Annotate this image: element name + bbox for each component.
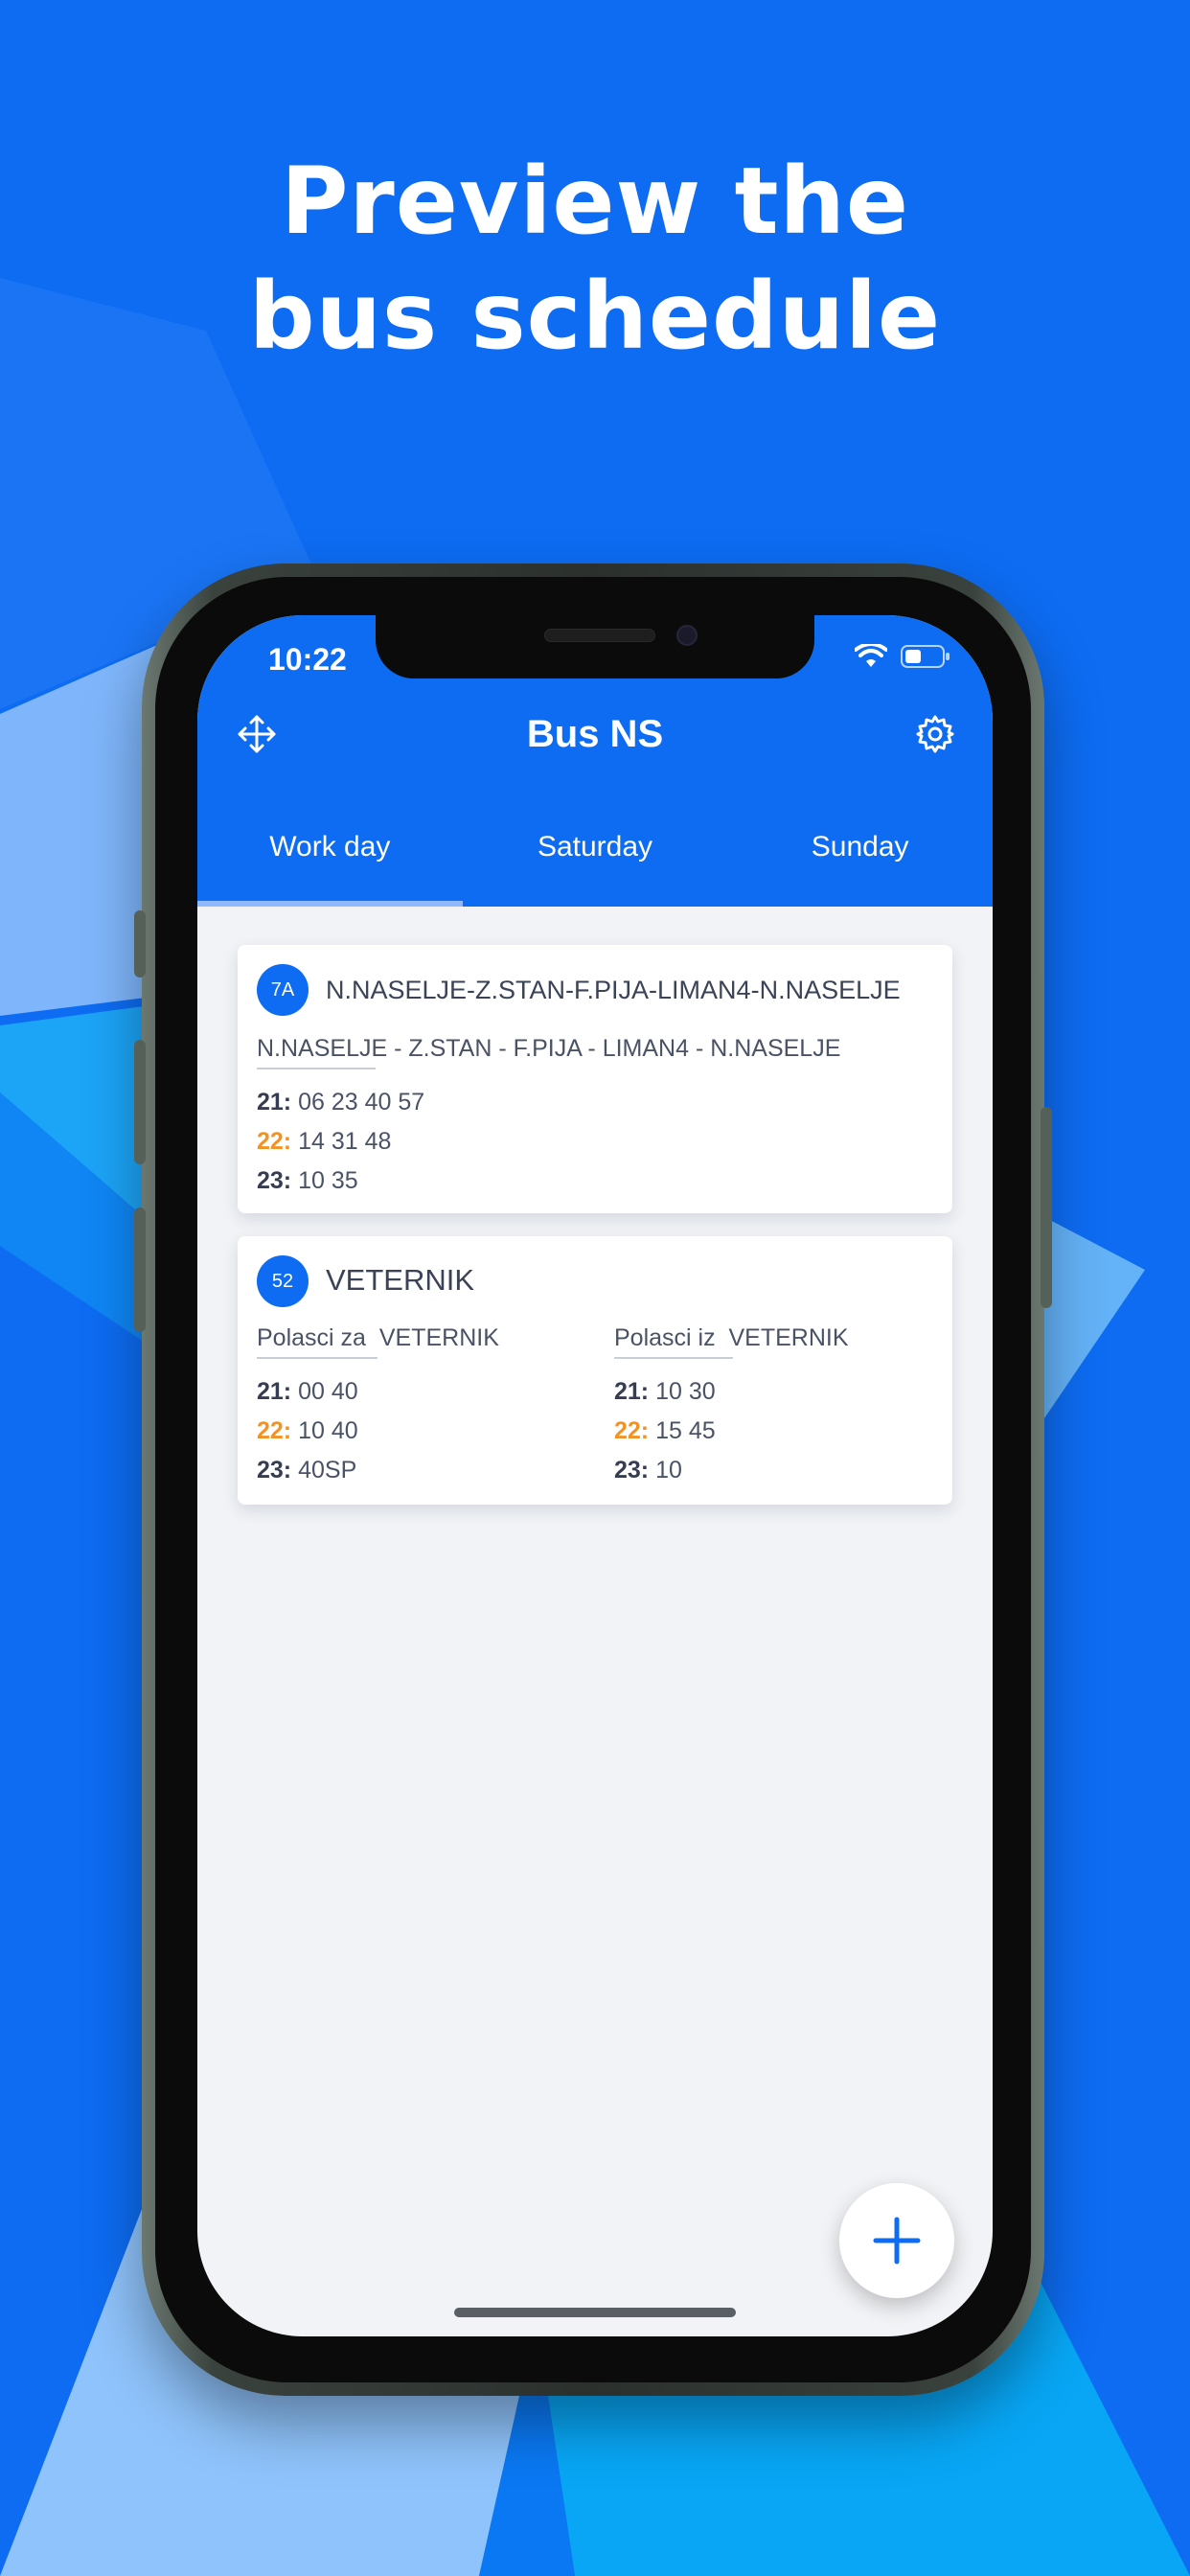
plus-icon [873, 2217, 921, 2265]
status-time: 10:22 [268, 642, 347, 677]
line-title: N.NASELJE-Z.STAN-F.PIJA-LIMAN4-N.NASELJE [326, 976, 901, 1004]
home-indicator[interactable] [454, 2308, 736, 2317]
app-title: Bus NS [526, 713, 664, 755]
time-row: 22: 10 40 [257, 1417, 358, 1444]
column-to-label: Polasci za VETERNIK [257, 1324, 499, 1351]
time-row: 22: 15 45 [614, 1417, 716, 1444]
time-row: 22: 14 31 48 [257, 1128, 392, 1155]
time-row: 21: 00 40 [257, 1378, 358, 1405]
departure-times: 21: 06 23 40 57 22: 14 31 48 23: 10 35 [257, 1083, 424, 1201]
departure-times-from: 21: 10 30 22: 15 45 23: 10 [614, 1372, 716, 1490]
time-row: 23: 40SP [257, 1457, 357, 1484]
column-from-label: Polasci iz VETERNIK [614, 1324, 849, 1351]
departure-times-to: 21: 00 40 22: 10 40 23: 40SP [257, 1372, 358, 1490]
line-badge: 7A [257, 964, 309, 1016]
notch [376, 615, 814, 678]
speaker-grille [544, 629, 655, 642]
gear-icon[interactable] [906, 705, 964, 763]
route-underline [257, 1068, 376, 1070]
headline-line-1: Preview the [281, 148, 909, 255]
phone-screen: 10:22 Bus NS Work day Saturday Sunday 7A… [197, 615, 993, 2336]
line-title: VETERNIK [326, 1263, 475, 1297]
column-to-underline [257, 1357, 378, 1359]
tab-saturday[interactable]: Saturday [463, 807, 728, 907]
time-row: 23: 10 [614, 1457, 682, 1484]
headline-line-2: bus schedule [248, 263, 942, 370]
column-from-underline [614, 1357, 733, 1359]
schedule-card-7a[interactable]: 7A N.NASELJE-Z.STAN-F.PIJA-LIMAN4-N.NASE… [238, 945, 952, 1213]
phone-power-button [1041, 1107, 1052, 1308]
battery-icon [901, 645, 950, 668]
add-line-button[interactable] [839, 2183, 954, 2298]
line-badge: 52 [257, 1255, 309, 1307]
tab-sunday[interactable]: Sunday [727, 807, 993, 907]
time-row: 23: 10 35 [257, 1167, 358, 1194]
tab-work-day[interactable]: Work day [197, 807, 463, 907]
wifi-icon [855, 644, 887, 667]
phone-mute-switch [134, 910, 146, 978]
time-row: 21: 06 23 40 57 [257, 1089, 425, 1116]
route-direction: N.NASELJE - Z.STAN - F.PIJA - LIMAN4 - N… [257, 1035, 841, 1062]
day-tabs: Work day Saturday Sunday [197, 807, 993, 907]
time-row: 21: 10 30 [614, 1378, 716, 1405]
app-header: 10:22 Bus NS Work day Saturday Sunday [197, 615, 993, 907]
phone-volume-up [134, 1040, 146, 1164]
camera-icon [676, 625, 698, 646]
status-icons [855, 644, 950, 669]
phone-volume-down [134, 1208, 146, 1332]
schedule-card-52[interactable]: 52 VETERNIK Polasci za VETERNIK 21: 00 4… [238, 1236, 952, 1505]
headline: Preview the bus schedule [0, 144, 1190, 374]
